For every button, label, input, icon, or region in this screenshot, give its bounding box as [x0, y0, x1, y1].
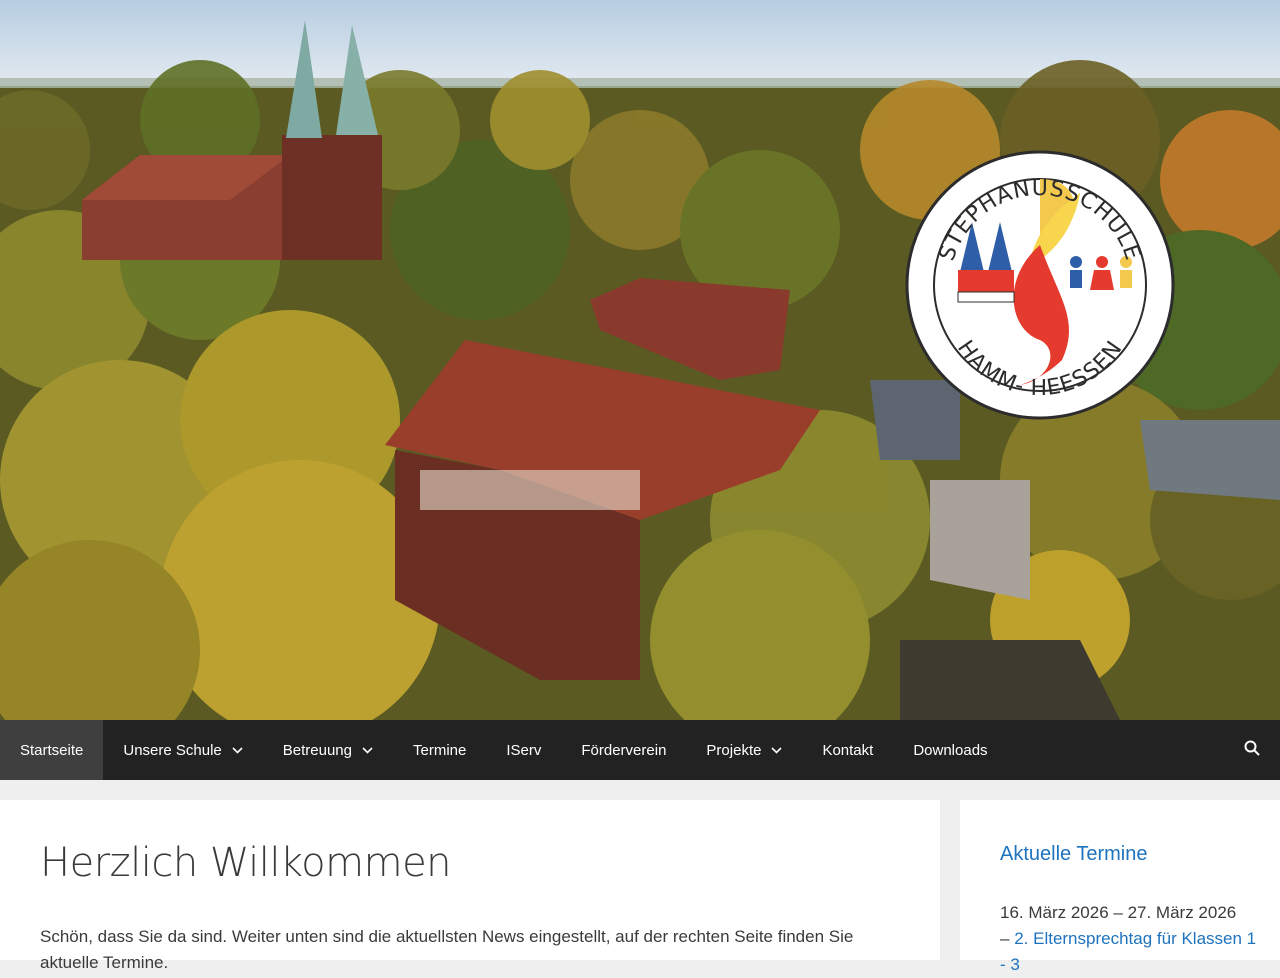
nav-label: Downloads [913, 741, 988, 759]
nav-label: Betreuung [282, 741, 352, 759]
event-item: 16. März 2026 – 27. März 2026 – 2. Elter… [1000, 900, 1260, 978]
nav-item-termine[interactable]: Termine [393, 720, 486, 780]
nav-item-projekte[interactable]: Projekte [686, 720, 802, 780]
sidebar: Aktuelle Termine 16. März 2026 – 27. Mär… [960, 800, 1280, 974]
nav-item-downloads[interactable]: Downloads [893, 720, 1007, 780]
aerial-photo: STEPHANUSSCHULE HAMM- HEESSEN [0, 0, 1280, 720]
event-link[interactable]: 2. Elternsprechtag für Klassen 1 - 3 [1000, 929, 1256, 974]
main-content: Herzlich Willkommen Schön, dass Sie da s… [0, 800, 940, 972]
nav-label: Förderverein [581, 741, 667, 759]
chevron-down-icon [232, 746, 243, 754]
nav-item-unsere-schule[interactable]: Unsere Schule [103, 720, 262, 780]
page-title: Herzlich Willkommen [40, 840, 452, 886]
event-prefix: – [1000, 929, 1010, 948]
search-button[interactable] [1224, 720, 1280, 780]
chevron-down-icon [362, 746, 373, 754]
event-date: 16. März 2026 – 27. März 2026 [1000, 903, 1237, 922]
nav-item-betreuung[interactable]: Betreuung [263, 720, 393, 780]
nav-label: Termine [413, 741, 467, 759]
nav-label: Projekte [706, 741, 762, 759]
intro-text: Schön, dass Sie da sind. Weiter unten si… [40, 927, 854, 972]
nav-label: Unsere Schule [123, 741, 222, 759]
nav-item-startseite[interactable]: Startseite [0, 720, 104, 780]
nav-label: Startseite [20, 741, 84, 759]
header-hero-image: STEPHANUSSCHULE HAMM- HEESSEN [0, 0, 1280, 720]
nav-item-foerderverein[interactable]: Förderverein [561, 720, 686, 780]
chevron-down-icon [771, 746, 783, 754]
nav-label: IServ [506, 741, 542, 759]
widget-title-termine: Aktuelle Termine [1000, 843, 1148, 865]
nav-label: Kontakt [822, 741, 874, 759]
search-icon [1244, 740, 1260, 760]
main-navigation: Startseite Unsere Schule Betreuung Termi… [0, 720, 1280, 780]
school-logo: STEPHANUSSCHULE HAMM- HEESSEN [905, 150, 1175, 420]
nav-item-iserv[interactable]: IServ [486, 720, 561, 780]
nav-item-kontakt[interactable]: Kontakt [802, 720, 893, 780]
